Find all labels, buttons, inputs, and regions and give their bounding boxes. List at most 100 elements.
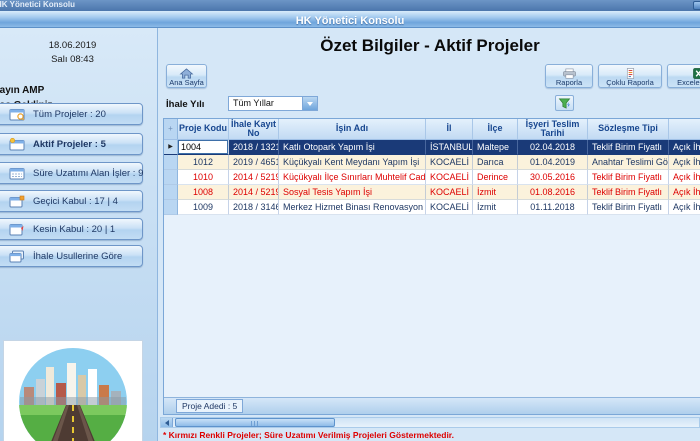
table-cell[interactable]: Derince [473,170,518,185]
table-cell[interactable]: 2018 / 1321 [229,140,279,155]
tender-methods-icon [9,250,25,263]
table-cell[interactable]: 30.05.2016 [518,170,588,185]
table-cell[interactable]: Anahtar Teslimi Götürü Bed [588,155,669,170]
grid-filter-button[interactable] [555,95,574,111]
current-day-time: Salı 08:43 [0,54,145,65]
multi-report-icon [623,66,638,77]
table-cell[interactable]: 02.04.2018 [518,140,588,155]
table-row[interactable]: 10082014 / 5219Sosyal Tesis Yapım İşiKOC… [164,185,700,200]
grid-rows: ▶10042018 / 1321Katlı Otopark Yapım İşiİ… [164,140,700,215]
home-button[interactable]: Ana Sayfa [166,64,207,88]
window-control-icon[interactable] [693,1,700,10]
sidebar-item-all-projects[interactable]: Tüm Projeler : 20 [0,103,143,125]
table-cell[interactable]: Sosyal Tesis Yapım İşi [279,185,426,200]
column-header-ilce[interactable]: İlçe [473,119,518,139]
table-cell[interactable]: Açık İhale Usulü [669,155,700,170]
table-cell[interactable]: 1008 [178,185,229,200]
grid-footer: Proje Adedi : 5 [164,397,700,414]
table-cell[interactable]: Teklif Birim Fiyatlı [588,170,669,185]
table-cell[interactable]: KOCAELİ [426,155,473,170]
chevron-down-icon [307,102,313,106]
table-cell[interactable]: 1004 [178,140,229,155]
table-cell[interactable]: Teklif Birim Fiyatlı [588,200,669,215]
table-cell[interactable]: Teklif Birim Fiyatlı [588,140,669,155]
multi-report-button[interactable]: Çoklu Raporla [598,64,662,88]
table-row[interactable]: ▶10042018 / 1321Katlı Otopark Yapım İşiİ… [164,140,700,155]
column-header-ihale-kayit-no[interactable]: İhale Kayıt No [229,119,279,139]
report-button-label: Raporla [556,78,582,87]
excel-icon [691,66,700,77]
table-cell[interactable]: 2019 / 4651 [229,155,279,170]
row-indicator[interactable] [164,155,178,170]
welcome-user: Sayın AMP [0,85,44,96]
table-cell[interactable]: Açık İhale Usulü [669,200,700,215]
grid-empty-area [164,215,700,397]
table-cell[interactable]: İzmit [473,185,518,200]
scroll-left-button[interactable] [161,418,173,427]
column-header-proje-kodu[interactable]: Proje Kodu [178,119,229,139]
horizontal-scrollbar[interactable] [160,417,700,428]
sidebar-item-active-projects[interactable]: Aktif Projeler : 5 [0,133,143,155]
table-cell[interactable]: 2018 / 3146 [229,200,279,215]
table-cell[interactable]: 2014 / 5219 [229,170,279,185]
table-cell[interactable]: 01.04.2019 [518,155,588,170]
table-row[interactable]: 10092018 / 3146Merkez Hizmet Binası Reno… [164,200,700,215]
sidebar-item-time-extension[interactable]: Süre Uzatımı Alan İşler : 9 [0,162,143,184]
row-indicator[interactable] [164,170,178,185]
table-cell[interactable]: KOCAELİ [426,185,473,200]
report-button[interactable]: Raporla [545,64,593,88]
table-cell[interactable]: Açık İhale Usulü [669,170,700,185]
table-cell[interactable]: 1012 [178,155,229,170]
table-cell[interactable]: Küçükyalı İlçe Sınırları Muhtelif Cadde … [279,170,426,185]
table-cell[interactable]: 01.11.2018 [518,200,588,215]
column-header-sozlesme-tipi[interactable]: Sözleşme Tipi [588,119,669,139]
active-projects-icon [9,138,25,151]
column-header-il[interactable]: İl [426,119,473,139]
final-acceptance-icon [9,223,25,236]
table-cell[interactable]: Teklif Birim Fiyatlı [588,185,669,200]
selected-row-indicator[interactable]: ▶ [164,140,178,155]
multi-report-button-label: Çoklu Raporla [606,78,654,87]
table-cell[interactable]: 01.08.2016 [518,185,588,200]
table-cell[interactable]: İSTANBUL [426,140,473,155]
table-cell[interactable]: Açık İhale Usulü [669,140,700,155]
table-cell[interactable]: İzmit [473,200,518,215]
provisional-acceptance-icon [9,195,25,208]
column-header-isin-adi[interactable]: İşin Adı [279,119,426,139]
sidebar-item-label: İhale Usullerine Göre [33,251,122,262]
table-cell[interactable]: Darıca [473,155,518,170]
tender-year-select[interactable]: Tüm Yıllar [228,96,318,111]
table-cell[interactable]: KOCAELİ [426,200,473,215]
table-row[interactable]: 10122019 / 4651Küçükyalı Kent Meydanı Ya… [164,155,700,170]
application-window: HK Yönetici Konsolu HK Yönetici Konsolu … [0,0,700,441]
table-cell[interactable]: Maltepe [473,140,518,155]
table-cell[interactable]: Küçükyalı Kent Meydanı Yapım İşi [279,155,426,170]
sidebar-item-provisional-acceptance[interactable]: Geçici Kabul : 17 | 4 [0,190,143,212]
scrollbar-thumb[interactable] [175,418,335,427]
sidebar-item-tender-methods[interactable]: İhale Usullerine Göre [0,245,143,267]
table-cell[interactable]: Katlı Otopark Yapım İşi [279,140,426,155]
city-road-logo-icon [16,345,130,441]
table-cell[interactable]: Merkez Hizmet Binası Renovasyon Yapım İş… [279,200,426,215]
table-cell[interactable]: KOCAELİ [426,170,473,185]
tender-year-value: Tüm Yıllar [229,97,302,110]
current-date: 18.06.2019 [0,40,145,51]
window-titlebar: HK Yönetici Konsolu [0,0,700,11]
table-cell[interactable]: 1010 [178,170,229,185]
row-indicator[interactable] [164,185,178,200]
grid-corner-marker[interactable]: + [164,119,178,139]
sidebar-item-label: Aktif Projeler : 5 [33,139,106,150]
column-header-isyeri-teslim-tarihi[interactable]: İşyeri Teslim Tarihi [518,119,588,139]
export-excel-button[interactable]: Excele Aktar [667,64,700,88]
table-row[interactable]: 10102014 / 5219Küçükyalı İlçe Sınırları … [164,170,700,185]
table-cell[interactable]: 1009 [178,200,229,215]
table-cell[interactable]: 2014 / 5219 [229,185,279,200]
arrow-left-icon [165,420,169,426]
project-count-badge: Proje Adedi : 5 [176,399,243,413]
sidebar-item-final-acceptance[interactable]: Kesin Kabul : 20 | 1 [0,218,143,240]
row-indicator[interactable] [164,200,178,215]
column-header-ihale-usulu[interactable]: İhale Usulü [669,119,700,139]
combo-dropdown-button[interactable] [302,97,317,110]
sidebar: 18.06.2019 Salı 08:43 Sayın AMP Hoş Geld… [0,28,158,441]
table-cell[interactable]: Açık İhale Usulü [669,185,700,200]
